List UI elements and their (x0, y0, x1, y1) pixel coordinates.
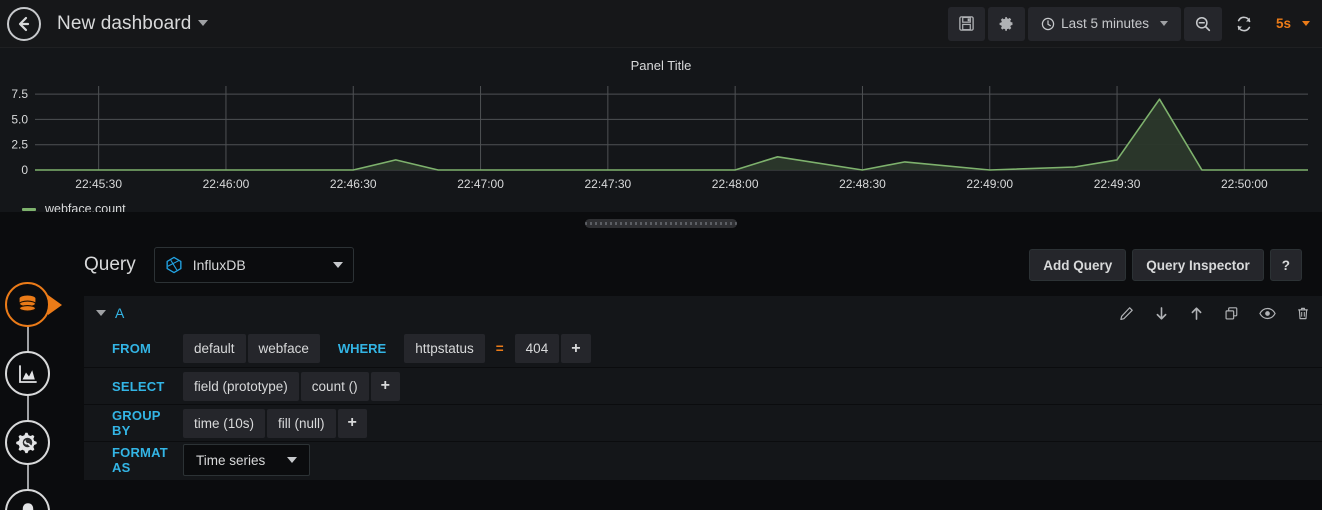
x-axis-tick-label: 22:48:00 (712, 177, 759, 191)
refresh-cycle-icon (1237, 16, 1251, 31)
format-as-value: Time series (196, 452, 266, 468)
query-ref-id[interactable]: A (115, 305, 124, 321)
query-header-actions: Add Query Query Inspector ? (1029, 249, 1302, 281)
add-query-button[interactable]: Add Query (1029, 249, 1127, 281)
y-axis-tick-label: 5.0 (11, 112, 28, 126)
panel-resize-strip (0, 212, 1322, 234)
x-axis-tick-label: 22:47:30 (584, 177, 631, 191)
query-section-label: Query (84, 254, 136, 275)
where-value-segment[interactable]: 404 (514, 334, 560, 363)
zoom-out-button[interactable] (1183, 6, 1222, 41)
where-operator-segment[interactable]: = (487, 334, 513, 363)
query-header: Query InfluxDB Add Query Query Inspector… (62, 234, 1322, 296)
trash-delete-icon[interactable] (1296, 306, 1310, 321)
add-group-by-button[interactable]: + (337, 408, 367, 438)
arrow-up-icon[interactable] (1189, 306, 1204, 321)
duplicate-copy-icon[interactable] (1224, 306, 1239, 321)
editor-step-rail (0, 234, 62, 510)
x-axis-tick-label: 22:49:00 (966, 177, 1013, 191)
select-aggregate-segment[interactable]: count () (300, 371, 369, 401)
query-editor-section: Query InfluxDB Add Query Query Inspector… (0, 234, 1322, 510)
gear-wrench-icon (16, 432, 37, 454)
query-row-group-by: GROUP BY time (10s) fill (null) + (84, 404, 1322, 441)
clock-icon (1041, 17, 1055, 30)
query-row-actions (1119, 306, 1310, 321)
query-builder: FROM default webface WHERE httpstatus = … (84, 330, 1322, 480)
influxdb-logo-icon (166, 256, 182, 274)
where-label: WHERE (337, 341, 387, 356)
legend-color-swatch (22, 207, 36, 211)
graph-plot-area[interactable]: 0 2.5 5.0 7.5 22:45:30 22:46:00 22:46:30 22:47:… (0, 76, 1322, 194)
format-as-select[interactable]: Time series (183, 444, 311, 476)
refresh-button[interactable] (1225, 7, 1263, 41)
query-row-header: A (84, 296, 1322, 330)
x-axis-tick-label: 22:46:30 (330, 177, 377, 191)
sidebar-step-queries[interactable] (5, 282, 62, 327)
from-policy-segment[interactable]: default (183, 334, 246, 363)
refresh-interval-picker[interactable]: 5s (1266, 7, 1320, 41)
edit-pencil-icon[interactable] (1119, 306, 1134, 321)
datasource-name: InfluxDB (192, 257, 246, 273)
group-by-label: GROUP BY (112, 408, 161, 438)
x-axis-tick-label: 22:46:00 (203, 177, 250, 191)
back-button[interactable] (7, 6, 41, 41)
graph-panel: Panel Title 0 2.5 5.0 7.5 22:45:30 22:46:00 22… (0, 48, 1322, 224)
grafana-panel-editor: New dashboard Last 5 minutes 5s Panel Ti… (0, 0, 1322, 510)
query-row-select: SELECT field (prototype) count () + (84, 367, 1322, 404)
group-by-time-segment[interactable]: time (10s) (183, 408, 266, 438)
y-axis-tick-label: 7.5 (11, 87, 28, 101)
query-inspector-button[interactable]: Query Inspector (1132, 249, 1264, 281)
dashboard-settings-button[interactable] (988, 6, 1026, 41)
arrow-down-icon[interactable] (1154, 306, 1169, 321)
gear-icon (999, 17, 1013, 31)
x-axis-tick-label: 22:47:00 (457, 177, 504, 191)
time-range-label: Last 5 minutes (1061, 16, 1149, 31)
y-axis-tick-label: 0 (21, 163, 28, 177)
bell-alert-icon (22, 502, 33, 510)
zoom-out-magnifier-icon (1195, 16, 1211, 31)
save-disk-icon (959, 16, 974, 31)
x-axis-tick-label: 22:49:30 (1094, 177, 1141, 191)
refresh-interval-label: 5s (1275, 16, 1291, 31)
x-axis-tick-label: 22:50:00 (1221, 177, 1268, 191)
x-axis-tick-label: 22:45:30 (75, 177, 122, 191)
format-as-label: FORMAT AS (112, 445, 168, 475)
from-label: FROM (112, 341, 152, 356)
panel-resize-handle[interactable] (585, 218, 737, 228)
chevron-down-icon (332, 262, 343, 268)
collapse-chevron-icon[interactable] (96, 310, 106, 316)
query-row-from: FROM default webface WHERE httpstatus = … (84, 330, 1322, 367)
select-field-segment[interactable]: field (prototype) (183, 371, 299, 401)
sidebar-step-visualization[interactable] (5, 351, 50, 396)
top-navbar: New dashboard Last 5 minutes 5s (0, 0, 1322, 48)
eye-visibility-icon[interactable] (1259, 307, 1276, 320)
panel-title: Panel Title (630, 58, 692, 73)
time-range-picker[interactable]: Last 5 minutes (1028, 6, 1181, 41)
save-dashboard-button[interactable] (948, 6, 986, 41)
group-by-fill-segment[interactable]: fill (null) (267, 408, 336, 438)
help-button[interactable]: ? (1269, 249, 1302, 281)
chevron-down-icon (1302, 21, 1310, 26)
query-row-format-as: FORMAT AS Time series (84, 441, 1322, 478)
from-measurement-segment[interactable]: webface (247, 334, 320, 363)
add-where-button[interactable]: + (561, 334, 591, 363)
dashboard-title: New dashboard (57, 12, 192, 34)
chevron-down-icon (287, 457, 298, 463)
where-tag-segment[interactable]: httpstatus (404, 334, 485, 363)
datasource-picker[interactable]: InfluxDB (153, 247, 354, 283)
add-select-button[interactable]: + (370, 371, 400, 401)
time-series-chart: 0 2.5 5.0 7.5 22:45:30 22:46:00 22:46:30 22:47:… (11, 86, 1308, 191)
dashboard-title-menu[interactable]: New dashboard (57, 12, 209, 35)
select-label: SELECT (112, 378, 165, 394)
y-axis-tick-label: 2.5 (11, 138, 28, 152)
sidebar-step-alert[interactable] (5, 489, 50, 510)
x-axis-tick-label: 22:48:30 (839, 177, 886, 191)
chevron-down-icon (1159, 21, 1168, 26)
graph-area-chart-icon (18, 364, 37, 383)
sidebar-step-general[interactable] (5, 420, 50, 465)
arrow-left-icon (18, 16, 30, 31)
navbar-actions: Last 5 minutes 5s (948, 0, 1322, 47)
chevron-down-icon (198, 20, 209, 27)
database-icon (19, 295, 36, 312)
